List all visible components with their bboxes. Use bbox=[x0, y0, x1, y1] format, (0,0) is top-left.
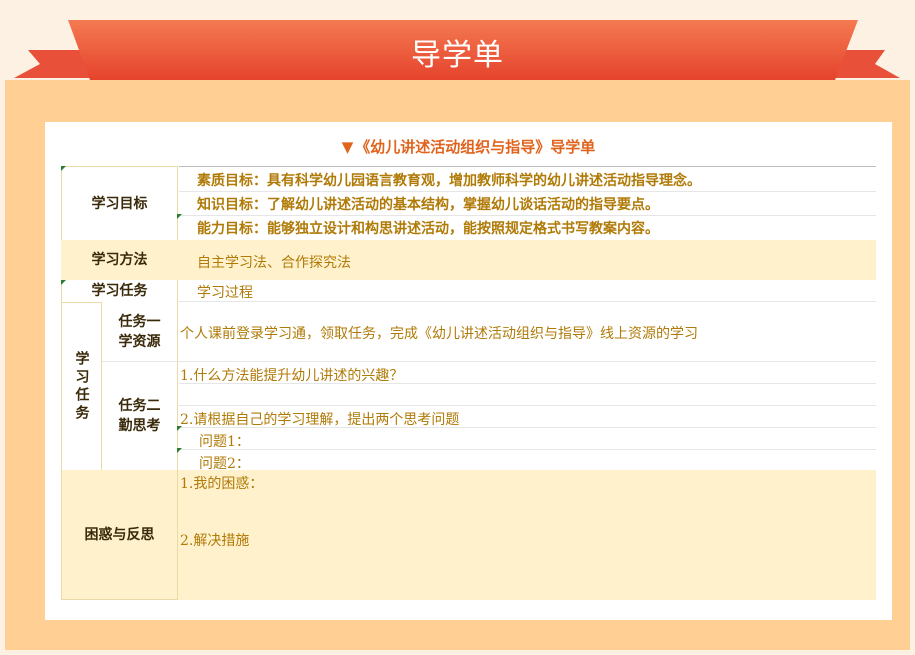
goal-item-quality: 素质目标：具有科学幼儿园语言教育观，增加教师科学的幼儿讲述活动指导理念。 bbox=[197, 173, 701, 189]
method-label: 学习方法 bbox=[91, 252, 148, 268]
doc-title-text: 《幼儿讲述活动组织与指导》导学单 bbox=[355, 138, 596, 156]
goal-item-ability: 能力目标：能够独立设计和构思讲述活动，能按照规定格式书写教案内容。 bbox=[197, 221, 659, 237]
task2-question2: 2.请根据自己的学习理解，提出两个思考问题 bbox=[180, 412, 460, 428]
doc-title: ▼ 《幼儿讲述活动组织与指导》导学单 bbox=[45, 136, 892, 157]
triangle-down-icon: ▼ bbox=[341, 138, 354, 156]
tasks-label: 学习任务 bbox=[61, 302, 101, 470]
task2-label: 任务二勤思考 bbox=[102, 362, 177, 470]
task1-label-text: 任务一学资源 bbox=[118, 314, 161, 350]
goal-item-knowledge: 知识目标：了解幼儿讲述活动的基本结构，掌握幼儿谈话活动的指导要点。 bbox=[197, 197, 659, 213]
task-header-value: 学习过程 bbox=[197, 285, 253, 301]
task1-label: 任务一学资源 bbox=[102, 302, 177, 362]
task2-problem1: 问题1： bbox=[199, 434, 250, 450]
reflection-item-solution: 2.解决措施 bbox=[180, 533, 250, 549]
task2-question1: 1.什么方法能提升幼儿讲述的兴趣？ bbox=[180, 368, 404, 384]
task-header-label: 学习任务 bbox=[61, 280, 178, 302]
task2-label-text: 任务二勤思考 bbox=[118, 398, 161, 434]
reflection-item-confusion: 1.我的困惑： bbox=[180, 476, 264, 492]
page-title: 导学单 bbox=[411, 38, 504, 73]
tasks-label-text: 学习任务 bbox=[73, 350, 90, 423]
reflection-label: 困惑与反思 bbox=[61, 470, 178, 600]
guide-sheet-card: ▼ 《幼儿讲述活动组织与指导》导学单 学习目标 素质目标：具有科学幼儿园语言教育观… bbox=[45, 122, 892, 620]
method-row-bg bbox=[61, 240, 876, 280]
task1-content: 个人课前登录学习通，领取任务，完成《幼儿讲述活动组织与指导》线上资源的学习 bbox=[180, 326, 698, 342]
goals-label: 学习目标 bbox=[61, 166, 178, 240]
method-value: 自主学习法、合作探究法 bbox=[197, 255, 351, 271]
